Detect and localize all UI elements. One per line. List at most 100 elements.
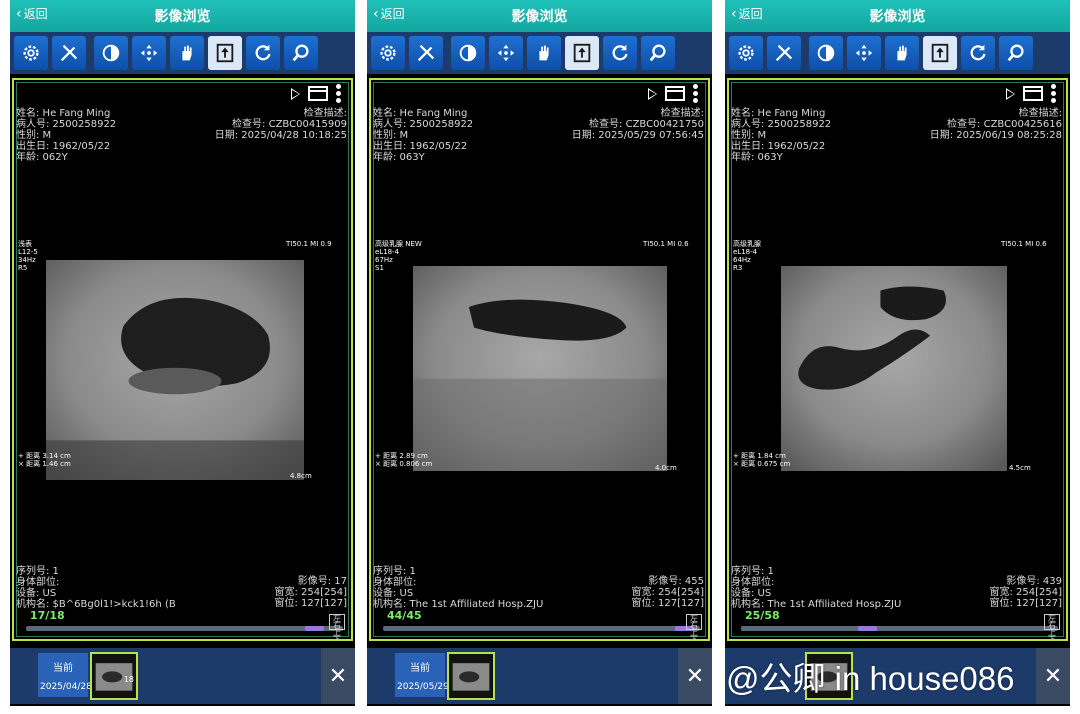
close-button[interactable]: ✕ bbox=[678, 648, 712, 704]
window-level: 窗位: 127[127] bbox=[631, 598, 704, 609]
play-button[interactable] bbox=[291, 87, 300, 100]
us-r: R5 bbox=[18, 264, 28, 272]
rotate-button[interactable] bbox=[603, 36, 637, 70]
rotate-button[interactable] bbox=[246, 36, 280, 70]
more-icon[interactable] bbox=[336, 84, 341, 103]
ultrasound-svg bbox=[46, 260, 304, 480]
us-params: 浅表 L12-5 34Hz R5 bbox=[18, 240, 38, 272]
contrast-icon bbox=[459, 44, 477, 62]
play-button[interactable] bbox=[1006, 87, 1015, 100]
upload-icon bbox=[216, 43, 234, 63]
play-icon bbox=[291, 88, 300, 100]
play-button[interactable] bbox=[648, 87, 657, 100]
rotate-button[interactable] bbox=[961, 36, 995, 70]
upload-button[interactable] bbox=[565, 36, 599, 70]
patient-name: 姓名: He Fang Ming bbox=[373, 108, 468, 119]
move-button[interactable] bbox=[489, 36, 523, 70]
orientation-icon[interactable]: 左 右上 下 bbox=[329, 614, 345, 639]
frame-scrollbar[interactable] bbox=[26, 626, 343, 631]
contrast-button[interactable] bbox=[451, 36, 485, 70]
measurements: + 距离 2.89 cm × 距离 0.806 cm bbox=[375, 452, 432, 468]
us-probe: 高级乳腺 bbox=[733, 240, 761, 248]
current-series-button[interactable]: 当前 2025/05/29 bbox=[395, 653, 449, 697]
pan-button[interactable] bbox=[527, 36, 561, 70]
settings-button[interactable] bbox=[14, 36, 48, 70]
patient-info: 姓名: He Fang Ming 病人号: 2500258922 性别: M 出… bbox=[373, 108, 473, 163]
contrast-icon bbox=[817, 44, 835, 62]
close-button[interactable]: ✕ bbox=[1036, 648, 1070, 704]
contrast-button[interactable] bbox=[809, 36, 843, 70]
frame-counter: 44/45 bbox=[387, 609, 422, 622]
magnifier-icon bbox=[1007, 44, 1024, 62]
bottom-bar: 当前 2025/05/29 ✕ bbox=[367, 648, 712, 704]
frame-scrollbar[interactable] bbox=[741, 626, 1058, 631]
body-part: 身体部位: bbox=[16, 577, 60, 588]
measure-1: + 距离 3.14 cm bbox=[18, 452, 71, 460]
ultrasound-image[interactable] bbox=[781, 266, 1007, 471]
contrast-button[interactable] bbox=[94, 36, 128, 70]
rotate-icon bbox=[612, 44, 628, 61]
patient-id: 病人号: 2500258922 bbox=[731, 119, 832, 130]
viewer-icons bbox=[1006, 84, 1056, 103]
current-series-button[interactable]: 当前 2025/04/28 bbox=[38, 653, 92, 697]
thumbnail-image bbox=[449, 654, 493, 698]
upload-button[interactable] bbox=[923, 36, 957, 70]
patient-id: 病人号: 2500258922 bbox=[373, 119, 474, 130]
current-date: 2025/04/28 bbox=[40, 682, 92, 692]
viewer-icons bbox=[648, 84, 698, 103]
pan-button[interactable] bbox=[170, 36, 204, 70]
more-icon[interactable] bbox=[1051, 84, 1056, 103]
zoom-button[interactable] bbox=[284, 36, 318, 70]
orientation-icon[interactable]: 左 右上 下 bbox=[1044, 614, 1060, 639]
tools-icon bbox=[60, 44, 78, 62]
image-viewer[interactable]: 姓名: He Fang Ming 病人号: 2500258922 性别: M 出… bbox=[727, 78, 1068, 641]
series-thumbnail[interactable] bbox=[447, 652, 495, 700]
move-icon bbox=[855, 44, 873, 62]
image-viewer[interactable]: 姓名: He Fang Ming 病人号: 2500258922 性别: M 出… bbox=[369, 78, 710, 641]
frame-scrollbar[interactable] bbox=[383, 626, 700, 631]
patient-sex: 性别: M bbox=[16, 130, 52, 141]
upload-button[interactable] bbox=[208, 36, 242, 70]
magnifier-icon bbox=[292, 44, 309, 62]
scroll-thumb[interactable] bbox=[304, 626, 324, 631]
exam-date: 日期: 2025/04/28 10:18:25 bbox=[214, 130, 347, 141]
zoom-button[interactable] bbox=[999, 36, 1033, 70]
us-ti: TI50.1 MI 0.6 bbox=[643, 240, 689, 248]
zoom-button[interactable] bbox=[641, 36, 675, 70]
settings-button[interactable] bbox=[729, 36, 763, 70]
body-part: 身体部位: bbox=[373, 577, 417, 588]
measure-tools-button[interactable] bbox=[767, 36, 801, 70]
ultrasound-image[interactable] bbox=[413, 266, 667, 471]
settings-button[interactable] bbox=[371, 36, 405, 70]
move-button[interactable] bbox=[132, 36, 166, 70]
more-icon[interactable] bbox=[693, 84, 698, 103]
viewer-panel-2: ‹ 返回 影像浏览 姓名: He Fang Ming 病人号: 250025892… bbox=[367, 0, 712, 706]
image-viewer[interactable]: 姓名: He Fang Ming 病人号: 2500258922 性别: M 出… bbox=[12, 78, 353, 641]
layout-icon[interactable] bbox=[1023, 86, 1043, 101]
exam-number: 检查号: CZBC00425616 bbox=[947, 119, 1062, 130]
pan-button[interactable] bbox=[885, 36, 919, 70]
patient-dob: 出生日: 1962/05/22 bbox=[731, 141, 826, 152]
device: 设备: US bbox=[16, 588, 57, 599]
layout-icon[interactable] bbox=[308, 86, 328, 101]
move-icon bbox=[140, 44, 158, 62]
measure-tools-button[interactable] bbox=[52, 36, 86, 70]
series-thumbnail[interactable]: 18 bbox=[90, 652, 138, 700]
ultrasound-image[interactable] bbox=[46, 260, 304, 480]
series-number: 序列号: 1 bbox=[16, 566, 59, 577]
toolbar bbox=[725, 32, 1070, 74]
us-params: 高级乳腺 NEW eL18-4 67Hz S1 bbox=[375, 240, 422, 272]
frame-counter: 17/18 bbox=[30, 609, 65, 622]
current-label: 当前 bbox=[410, 663, 430, 674]
scroll-thumb[interactable] bbox=[858, 626, 878, 631]
close-button[interactable]: ✕ bbox=[321, 648, 355, 704]
layout-icon[interactable] bbox=[665, 86, 685, 101]
orientation-icon[interactable]: 左 右上 下 bbox=[686, 614, 702, 639]
top-bar: ‹ 返回 影像浏览 bbox=[367, 0, 712, 32]
move-button[interactable] bbox=[847, 36, 881, 70]
viewer-panel-3: ‹ 返回 影像浏览 姓名: He Fang Ming 病人号: 250025892… bbox=[725, 0, 1070, 706]
measure-tools-button[interactable] bbox=[409, 36, 443, 70]
measurements: + 距离 3.14 cm × 距离 1.46 cm bbox=[18, 452, 71, 468]
window-level: 窗位: 127[127] bbox=[274, 598, 347, 609]
image-info: 影像号: 439 窗宽: 254[254] 窗位: 127[127] bbox=[989, 576, 1062, 609]
